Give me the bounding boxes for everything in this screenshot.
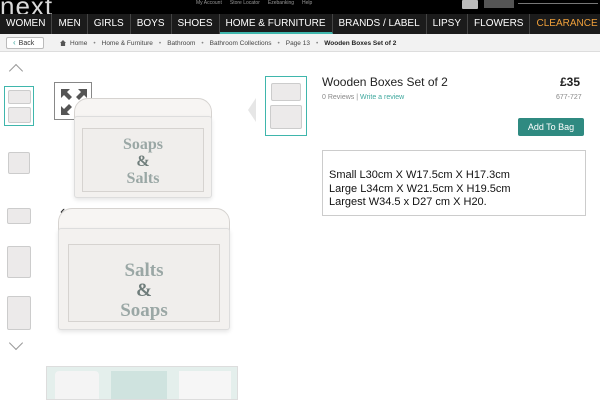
top-links: My Account Store Locator Ezebanking Help	[196, 0, 312, 6]
top-link-account[interactable]: My Account	[196, 0, 222, 6]
thumbnail-3[interactable]	[4, 194, 34, 234]
nav-shoes[interactable]: SHOES	[172, 14, 220, 34]
box-label-line: Soaps	[122, 136, 164, 153]
back-button[interactable]: ‹ Back	[6, 37, 44, 49]
breadcrumb-separator: •	[315, 39, 319, 47]
box-label-line: &	[136, 279, 152, 301]
chevron-up-icon[interactable]	[8, 63, 24, 79]
description-line: Small L30cm X W17.5cm X H17.3cm	[329, 169, 510, 181]
product-description: Small L30cm X W17.5cm X H17.3cm Large L3…	[322, 150, 586, 216]
thumb-box	[270, 105, 302, 129]
top-link-help[interactable]: Help	[302, 0, 312, 6]
breadcrumb-current: Wooden Boxes Set of 2	[324, 39, 397, 47]
side-chevron-icon[interactable]	[248, 98, 256, 122]
nav-girls[interactable]: GIRLS	[88, 14, 131, 34]
search-box[interactable]	[484, 0, 514, 8]
nav-clearance[interactable]: CLEARANCE	[530, 14, 600, 34]
divider	[518, 3, 598, 4]
cabinet-shape	[111, 371, 167, 399]
top-link-store[interactable]: Store Locator	[230, 0, 260, 6]
nav-home-furniture[interactable]: HOME & FURNITURE	[219, 14, 333, 34]
add-to-bag-button[interactable]: Add To Bag	[518, 118, 584, 136]
reviews-row: 0 Reviews | Write a review	[322, 94, 404, 101]
breadcrumb-bathroom[interactable]: Bathroom	[167, 40, 195, 47]
thumbnail-5[interactable]	[4, 294, 34, 334]
breadcrumb: Home • Home & Furniture • Bathroom • Bat…	[60, 34, 396, 52]
description-line: Largest W34.5 x D27 cm X H20.	[329, 196, 487, 208]
breadcrumb-bar: ‹ Back Home • Home & Furniture • Bathroom…	[0, 34, 600, 52]
thumb-box	[8, 107, 31, 123]
box-label-lower: Salts & Soaps	[68, 261, 220, 321]
main-nav: WOMEN MEN GIRLS BOYS SHOES HOME & FURNIT…	[0, 14, 600, 34]
alternate-view-thumbnail[interactable]	[265, 76, 307, 136]
shelf-shape	[179, 371, 231, 399]
box-label-line: Salts	[124, 260, 164, 281]
thumb-box	[7, 208, 31, 224]
thumbnail-4[interactable]	[4, 242, 34, 282]
box-label-upper: Soaps & Salts	[82, 136, 204, 187]
breadcrumb-home[interactable]: Home	[70, 40, 87, 47]
chevron-down-icon[interactable]	[8, 335, 24, 351]
nav-lipsy[interactable]: LIPSY	[427, 14, 469, 34]
breadcrumb-separator: •	[93, 39, 96, 47]
bag-icon[interactable]	[462, 0, 478, 9]
description-line: Large L34cm X W21.5cm X H19.5cm	[329, 182, 511, 195]
nav-women[interactable]: WOMEN	[0, 14, 53, 34]
product-price: £35	[560, 75, 581, 89]
nav-flowers[interactable]: FLOWERS	[468, 14, 531, 34]
chevron-left-icon: ‹	[13, 38, 16, 47]
review-count[interactable]: 0 Reviews	[322, 94, 354, 101]
box-label-line: &	[136, 152, 150, 170]
top-link-ezebanking[interactable]: Ezebanking	[268, 0, 294, 6]
thumb-box	[7, 246, 31, 278]
item-code: 677-727	[556, 94, 582, 101]
breadcrumb-bathroom-collections[interactable]: Bathroom Collections	[210, 40, 272, 47]
thumb-box	[8, 90, 31, 104]
product-title: Wooden Boxes Set of 2	[322, 75, 448, 89]
breadcrumb-page[interactable]: Page 13	[286, 40, 310, 47]
related-image[interactable]	[46, 366, 238, 400]
write-review-link[interactable]: Write a review	[360, 94, 404, 101]
thumb-box	[7, 296, 31, 330]
breadcrumb-separator: •	[277, 39, 280, 47]
toilet-shape	[55, 371, 99, 399]
thumb-box	[8, 152, 30, 174]
nav-men[interactable]: MEN	[52, 14, 88, 34]
top-bar: next My Account Store Locator Ezebanking…	[0, 0, 600, 21]
box-label-line: Salts	[126, 169, 160, 187]
breadcrumb-separator: •	[201, 39, 204, 47]
thumbnail-2[interactable]	[4, 142, 34, 182]
box-label-line: Soaps	[120, 299, 168, 321]
nav-brands-label[interactable]: BRANDS / LABEL	[333, 14, 427, 34]
thumb-box	[271, 83, 301, 101]
breadcrumb-home-furniture[interactable]: Home & Furniture	[102, 40, 153, 47]
home-icon	[60, 40, 66, 46]
thumbnail-1[interactable]	[4, 86, 34, 126]
breadcrumb-separator: •	[158, 39, 162, 47]
nav-boys[interactable]: BOYS	[131, 14, 172, 34]
back-label: Back	[18, 40, 35, 47]
